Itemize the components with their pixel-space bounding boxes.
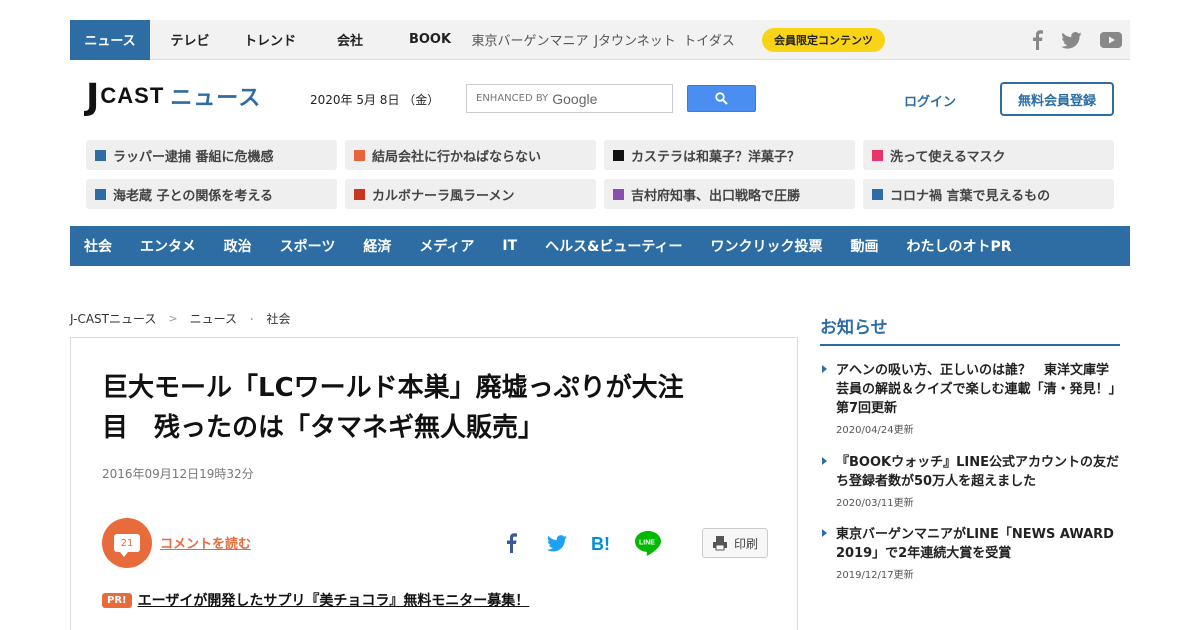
top-nav-news[interactable]: ニュース [70,19,150,60]
category-nav: 社会 エンタメ 政治 スポーツ 経済 メディア IT ヘルス&ビューティー ワン… [70,226,1130,266]
search-button[interactable] [687,85,756,112]
category-one-click-vote[interactable]: ワンクリック投票 [711,236,823,256]
search-input[interactable]: ENHANCED BY Google [466,84,673,113]
sidebar-divider [820,344,1120,346]
sidebar-title: お知らせ [820,318,888,338]
top-nav: ニュース テレビ トレンド 会社 BOOK 東京バーゲンマニア Jタウンネット … [70,19,1130,60]
notice-text: アヘンの吸い方、正しいのは誰？ 東洋文庫学芸員の解説＆クイズで楽しむ連載「清・発… [836,363,1116,416]
top-nav-bargain-mania[interactable]: 東京バーゲンマニア [470,20,590,60]
square-bullet-icon [354,188,365,200]
breadcrumb: J-CASTニュース > ニュース ･ 社会 [70,310,291,327]
square-bullet-icon [95,188,106,200]
notice-text: 『BOOKウォッチ』LINE公式アカウントの友だち登録者数が50万人を超えました [836,455,1119,489]
register-button[interactable]: 無料会員登録 [1000,82,1114,116]
pr-link[interactable]: PR! エーザイが開発したサプリ『美チョコラ』無料モニター募集！ [102,590,529,610]
square-bullet-icon [613,188,624,200]
member-content-button[interactable]: 会員限定コンテンツ [762,27,885,52]
category-my-oto-pr[interactable]: わたしのオトPR [907,236,1012,256]
article-title: 巨大モール「LCワールド本巣」廃墟っぷりが大注 目 残ったのは「タマネギ無人販売… [102,373,684,443]
login-link[interactable]: ログイン [904,91,956,110]
square-bullet-icon [872,188,883,200]
print-icon [712,536,727,551]
read-comments-link[interactable]: コメントを読む [160,533,251,552]
line-share-icon[interactable]: LINE [633,528,663,558]
notice-date: 2020/04/24更新 [836,425,914,436]
category-entertainment[interactable]: エンタメ [140,236,196,256]
notice-text: 東京バーゲンマニアがLINE「NEWS AWARD 2019」で2年連続大賞を受… [836,527,1114,561]
article-card: 巨大モール「LCワールド本巣」廃墟っぷりが大注 目 残ったのは「タマネギ無人販売… [70,337,798,630]
category-politics[interactable]: 政治 [224,236,252,256]
logo-j: J [86,77,100,118]
category-health-beauty[interactable]: ヘルス&ビューティー [545,236,682,256]
top-nav-j-town-net[interactable]: Jタウンネット [590,20,680,60]
chevron-right-icon: > [168,312,178,325]
dot-separator-icon: ･ [249,312,255,326]
trending-chip[interactable]: 吉村府知事、出口戦略で圧勝 [604,179,855,209]
comment-bubble-icon: 21 [114,534,140,557]
svg-text:B!: B! [591,534,610,553]
trending-chip[interactable]: 洗って使えるマスク [863,140,1114,170]
notice-date: 2020/03/11更新 [836,498,914,509]
top-nav-toidas[interactable]: トイダス [680,20,738,60]
logo-cast: CAST [100,83,165,108]
facebook-icon[interactable] [1032,30,1043,50]
search-icon [715,92,728,105]
logo-news: ニュース [170,86,262,111]
caret-right-icon [822,529,827,537]
current-date: 2020年 5月 8日 （金） [310,93,440,107]
notice-date: 2019/12/17更新 [836,570,914,581]
top-nav-tv[interactable]: テレビ [150,20,230,60]
notice-item[interactable]: アヘンの吸い方、正しいのは誰？ 東洋文庫学芸員の解説＆クイズで楽しむ連載「清・発… [820,361,1120,436]
twitter-icon[interactable] [1061,31,1082,49]
category-media[interactable]: メディア [419,236,474,256]
breadcrumb-society[interactable]: 社会 [267,310,291,327]
trending-chip[interactable]: 結局会社に行かねばならない [345,140,596,170]
category-it[interactable]: IT [502,238,517,254]
print-label: 印刷 [733,536,758,551]
breadcrumb-news[interactable]: ニュース [190,310,237,327]
category-sports[interactable]: スポーツ [280,236,336,256]
youtube-icon[interactable] [1100,32,1122,48]
square-bullet-icon [354,149,365,161]
notice-item[interactable]: 東京バーゲンマニアがLINE「NEWS AWARD 2019」で2年連続大賞を受… [820,525,1120,581]
google-logo: Google [552,90,598,107]
top-nav-trend[interactable]: トレンド [230,20,310,60]
site-logo[interactable]: J CAST ニュース [86,80,261,116]
breadcrumb-home[interactable]: J-CASTニュース [70,310,156,327]
caret-right-icon [822,457,827,465]
trending-chip[interactable]: 海老蔵 子との関係を考える [86,179,337,209]
trending-chip[interactable]: カルボナーラ風ラーメン [345,179,596,209]
facebook-share-icon[interactable] [501,528,521,558]
svg-text:LINE: LINE [639,540,655,547]
pr-badge: PR! [102,592,132,608]
notice-item[interactable]: 『BOOKウォッチ』LINE公式アカウントの友だち登録者数が50万人を超えました… [820,453,1120,509]
top-nav-company[interactable]: 会社 [310,20,390,60]
comment-count-button[interactable]: 21 [102,518,152,568]
trending-chip[interactable]: ラッパー逮捕 番組に危機感 [86,140,337,170]
category-video[interactable]: 動画 [851,236,879,256]
social-links [1032,20,1122,60]
trending-chip[interactable]: コロナ禍 言葉で見えるもの [863,179,1114,209]
trending-chip[interactable]: カステラは和菓子？洋菓子？ [604,140,855,170]
print-button[interactable]: 印刷 [702,528,768,558]
hatena-bookmark-icon[interactable]: B! [589,528,615,558]
square-bullet-icon [872,149,883,161]
trending-topics: ラッパー逮捕 番組に危機感 結局会社に行かねばならない カステラは和菓子？洋菓子… [86,140,1114,209]
caret-right-icon [822,365,827,373]
category-economy[interactable]: 経済 [363,236,391,256]
square-bullet-icon [613,149,624,161]
category-society[interactable]: 社会 [84,236,112,256]
twitter-share-icon[interactable] [545,528,569,558]
square-bullet-icon [95,149,106,161]
pr-text: エーザイが開発したサプリ『美チョコラ』無料モニター募集！ [137,593,530,609]
top-nav-book[interactable]: BOOK [390,20,470,60]
search-enhanced-label: ENHANCED BY [476,93,549,104]
article-published-date: 2016年09月12日19時32分 [102,467,254,481]
